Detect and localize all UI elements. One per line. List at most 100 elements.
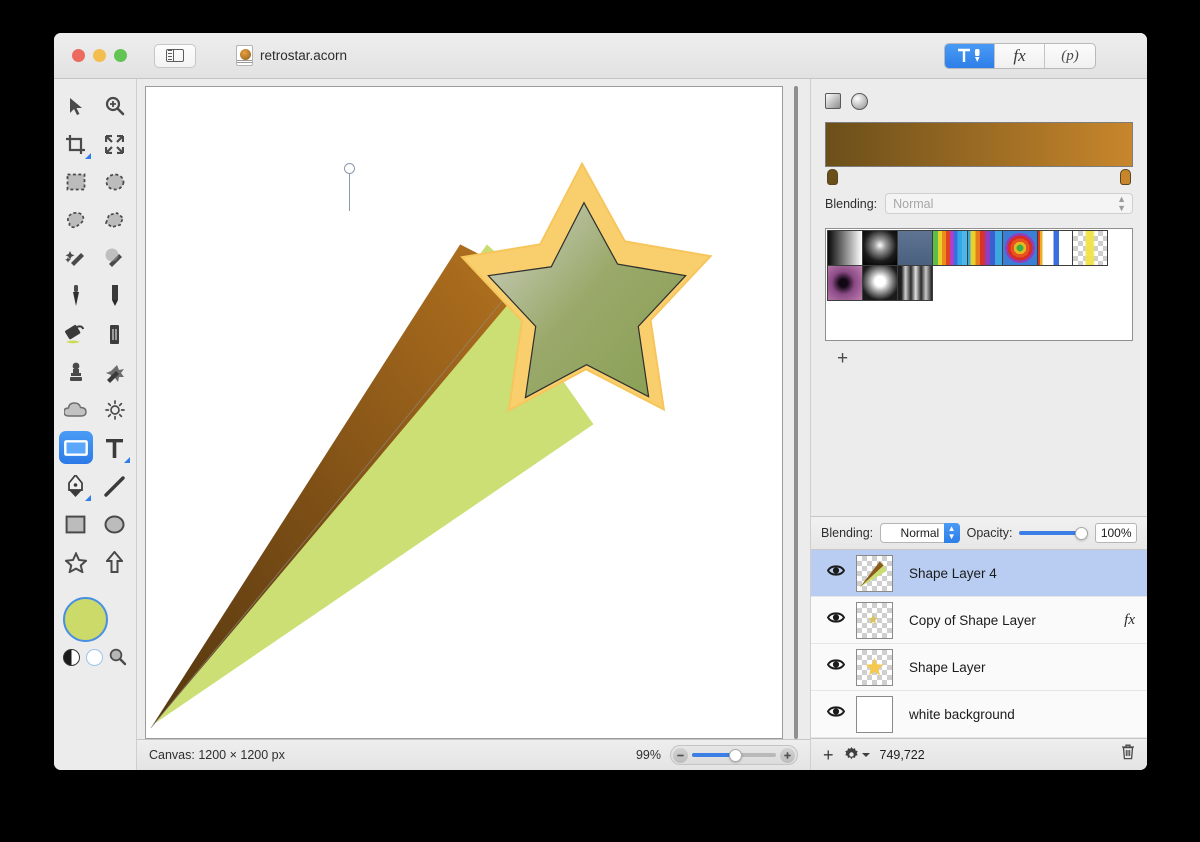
rectangular-select-tool[interactable] [56,163,95,201]
rectangle-tool[interactable] [56,505,95,543]
tab-filters[interactable]: fx [995,44,1045,68]
layer-row[interactable]: Shape Layer [811,644,1147,691]
inspector-panel: Blending: Normal ▲ ▼ + Blending: Normal … [810,79,1147,770]
close-button[interactable] [72,49,85,62]
move-tool[interactable] [56,87,95,125]
ellipse-tool[interactable] [95,505,134,543]
linear-gradient-icon[interactable] [825,93,841,109]
layer-visibility-toggle[interactable] [826,705,846,723]
zoom-button[interactable] [114,49,127,62]
shape-rectangle-tool[interactable] [56,429,95,467]
gradient-editor: Blending: Normal ▲ ▼ + [811,79,1147,369]
gradient-preset-swatch[interactable] [1037,230,1073,266]
elliptical-select-tool[interactable] [95,163,134,201]
zoom-in-button[interactable] [780,747,795,763]
transform-tool[interactable] [95,125,134,163]
gradient-preset-swatch[interactable] [827,230,863,266]
layers-footer: + 749,722 [811,738,1147,770]
artwork-shooting-star [150,161,713,729]
gradient-preset-swatch[interactable] [862,230,898,266]
layer-opacity-slider[interactable] [1019,526,1089,540]
gradient-preset-swatch[interactable] [932,230,968,266]
layer-visibility-toggle[interactable] [826,564,846,582]
crop-tool[interactable] [56,125,95,163]
gradient-stop-end[interactable] [1120,169,1131,185]
eye-icon [826,612,846,623]
gradient-preset-swatch[interactable] [1002,230,1038,266]
instant-alpha-tool[interactable] [95,239,134,277]
layer-name[interactable]: Shape Layer 4 [909,566,997,581]
app-window: retrostar.acorn fx (p) Canvas: 1200 × 12… [54,33,1147,770]
image-canvas[interactable] [145,86,783,739]
text-tool[interactable] [95,429,134,467]
gradient-preset-swatch[interactable] [897,230,933,266]
layer-name[interactable]: white background [909,707,1015,722]
gradient-preset-swatch[interactable] [1072,230,1108,266]
gradient-preset-swatch[interactable] [862,265,898,301]
bezier-pen-tool[interactable] [56,467,95,505]
hammer-brush-icon [957,48,979,62]
layer-row[interactable]: Copy of Shape Layer fx [811,597,1147,644]
color-picker-icon[interactable] [109,648,127,666]
add-layer-button[interactable]: + [823,746,834,764]
arrow-tool[interactable] [95,543,134,581]
zoom-tool[interactable] [95,87,134,125]
zoom-out-button[interactable] [673,747,688,763]
gradient-preset-swatch[interactable] [967,230,1003,266]
chevron-updown-icon[interactable]: ▲ ▼ [943,523,960,543]
minimize-button[interactable] [93,49,106,62]
layer-blending-select[interactable]: Normal ▲ ▼ [880,523,960,543]
eye-icon [826,565,846,576]
layer-row[interactable]: Shape Layer 4 [811,550,1147,597]
layer-fx-badge[interactable]: fx [1124,612,1135,629]
canvas-vertical-scrollbar[interactable] [790,86,801,739]
gradient-control-handle[interactable] [344,163,355,211]
gradient-presets-library[interactable] [825,228,1133,341]
gradient-blending-row: Blending: Normal ▲ ▼ [825,193,1133,214]
foreground-color-swatch[interactable] [63,597,108,642]
gradient-preview-bar[interactable] [825,122,1133,167]
polygon-lasso-tool[interactable] [95,201,134,239]
layers-panel: Blending: Normal ▲ ▼ Opacity: 100% Shape … [811,516,1147,770]
sidebar-toggle-button[interactable] [154,43,196,68]
gradient-blending-select[interactable]: Normal ▲ ▼ [885,193,1133,214]
inspector-tab-group[interactable]: fx (p) [944,43,1096,69]
tab-presets[interactable]: (p) [1045,44,1095,68]
gradient-preset-swatch[interactable] [827,265,863,301]
default-colors-icon[interactable] [63,648,80,666]
gradient-handle-line [348,174,351,211]
radial-gradient-icon[interactable] [851,93,868,110]
canvas-status-bar: Canvas: 1200 × 1200 px 99% [137,739,810,770]
pencil-tool[interactable] [95,277,134,315]
tab-tools[interactable] [945,44,995,68]
layer-opacity-field[interactable]: 100% [1095,523,1137,543]
layer-name[interactable]: Shape Layer [909,660,986,675]
opacity-slider-knob[interactable] [1075,526,1089,540]
layer-visibility-toggle[interactable] [826,658,846,676]
dodge-tool[interactable] [95,391,134,429]
lasso-tool[interactable] [56,201,95,239]
eraser-tool[interactable] [95,315,134,353]
background-color-swatch[interactable] [86,648,103,666]
star-tool[interactable] [56,543,95,581]
blur-tool[interactable] [56,391,95,429]
line-tool[interactable] [95,467,134,505]
delete-layer-button[interactable] [1121,744,1135,765]
paint-bucket-tool[interactable] [56,315,95,353]
clone-stamp-tool[interactable] [56,353,95,391]
layers-toolbar: Blending: Normal ▲ ▼ Opacity: 100% [811,517,1147,550]
zoom-slider[interactable] [670,745,798,765]
gradient-preset-swatch[interactable] [897,265,933,301]
layer-settings-button[interactable] [844,747,870,762]
brush-tool[interactable] [56,277,95,315]
smudge-tool[interactable] [95,353,134,391]
add-gradient-button[interactable]: + [837,348,848,369]
tool-palette [54,79,137,770]
magic-wand-tool[interactable] [56,239,95,277]
layer-name[interactable]: Copy of Shape Layer [909,613,1036,628]
layer-visibility-toggle[interactable] [826,611,846,629]
zoom-slider-knob[interactable] [729,748,742,762]
layer-row[interactable]: white background [811,691,1147,738]
gradient-handle-start[interactable] [344,163,355,174]
gradient-stop-start[interactable] [827,169,838,185]
